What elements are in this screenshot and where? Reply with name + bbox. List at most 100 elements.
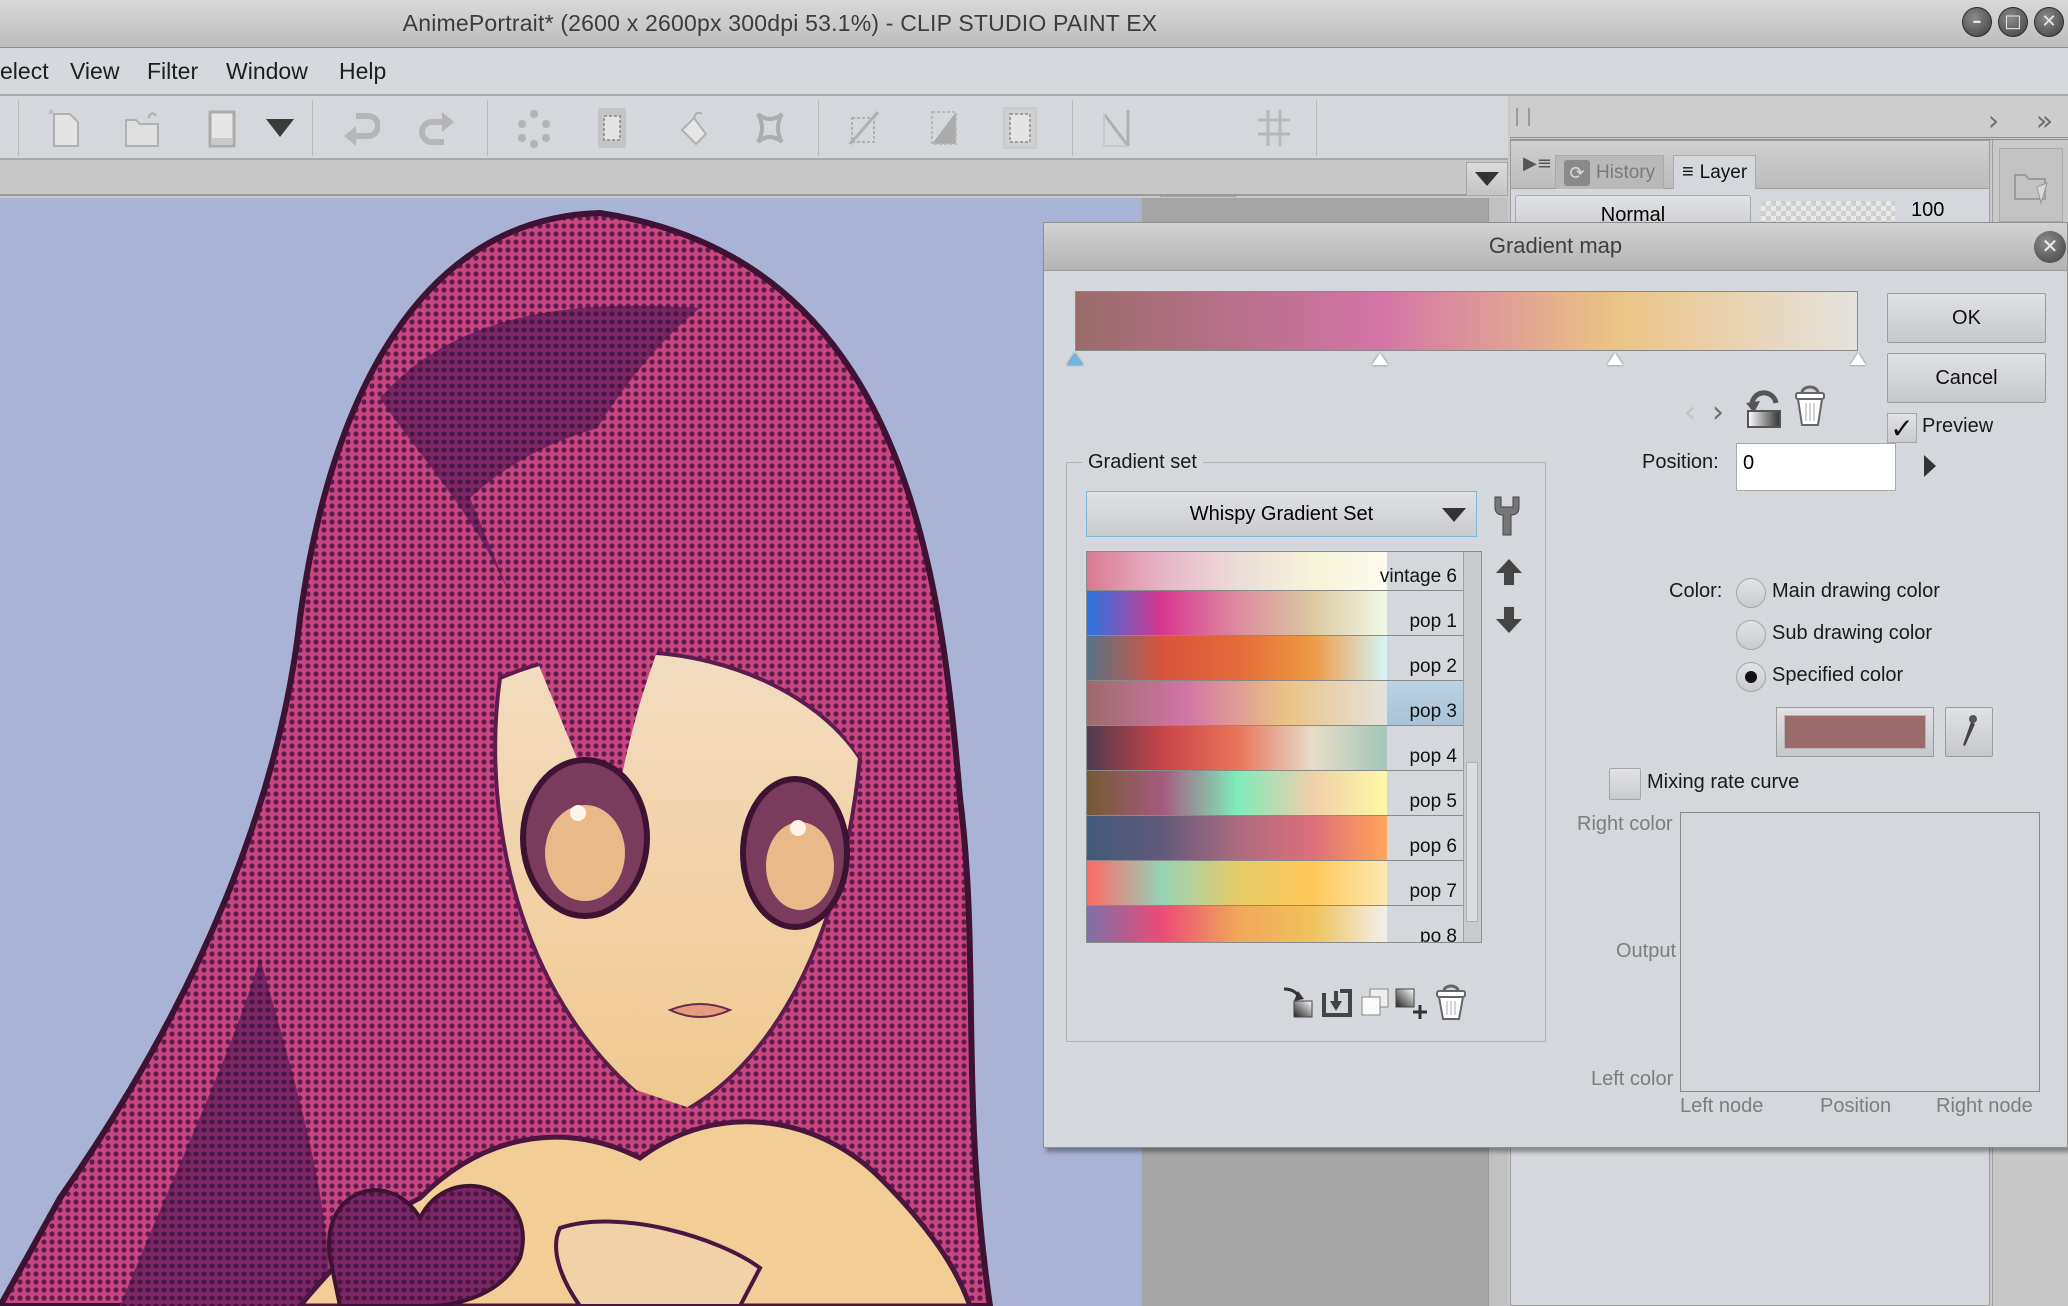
next-stop-icon[interactable]: › bbox=[1712, 395, 1724, 430]
select-all-icon[interactable] bbox=[588, 104, 636, 152]
specified-color-label: Specified color bbox=[1772, 664, 1904, 686]
maximize-button[interactable]: □ bbox=[1998, 7, 2028, 37]
reverse-gradient-icon[interactable] bbox=[1744, 383, 1784, 433]
gradient-swatch bbox=[1087, 636, 1387, 680]
gradient-list-item[interactable]: pop 3 bbox=[1087, 681, 1463, 726]
curve-right-node-label: Right node bbox=[1936, 1095, 2033, 1117]
double-chevron-right-icon[interactable]: » bbox=[2036, 104, 2053, 137]
close-button[interactable]: ✕ bbox=[2034, 7, 2064, 37]
gradient-set-settings-icon[interactable] bbox=[1489, 493, 1523, 541]
preview-label: Preview bbox=[1922, 415, 1994, 437]
gradient-swatch bbox=[1087, 906, 1387, 942]
menu-filter[interactable]: Filter bbox=[147, 58, 198, 85]
dialog-close-button[interactable]: ✕ bbox=[2034, 231, 2066, 263]
specified-color-button[interactable] bbox=[1776, 707, 1934, 757]
toolbar-expand-button[interactable] bbox=[1466, 162, 1508, 196]
scrollbar-thumb[interactable] bbox=[1466, 762, 1478, 922]
curve-left-node-label: Left node bbox=[1680, 1095, 1764, 1117]
new-file-icon[interactable]: * bbox=[40, 104, 88, 152]
gradient-list-item[interactable]: pop 7 bbox=[1087, 861, 1463, 906]
gradient-stop-0[interactable] bbox=[1067, 353, 1083, 365]
snap-to-grid-icon[interactable] bbox=[1250, 104, 1298, 152]
previous-stop-icon[interactable]: ‹ bbox=[1684, 395, 1696, 430]
chevron-right-icon[interactable]: › bbox=[1988, 104, 1999, 137]
delete-stop-icon[interactable] bbox=[1792, 383, 1828, 433]
specified-color-swatch bbox=[1784, 715, 1926, 749]
color-label: Color: bbox=[1669, 580, 1723, 602]
open-file-icon[interactable] bbox=[118, 104, 166, 152]
material-folder-button[interactable] bbox=[1999, 148, 2063, 222]
tab-history[interactable]: ⟳ History bbox=[1555, 155, 1665, 189]
gradient-preview-bar[interactable] bbox=[1075, 291, 1858, 351]
menu-select[interactable]: elect bbox=[0, 58, 49, 85]
save-icon[interactable] bbox=[198, 104, 246, 152]
move-down-icon[interactable] bbox=[1494, 605, 1524, 639]
position-arrow-icon[interactable] bbox=[1924, 455, 1936, 481]
gradient-list-item[interactable]: pop 2 bbox=[1087, 636, 1463, 681]
menu-window[interactable]: Window bbox=[226, 58, 308, 85]
position-input[interactable]: 0 bbox=[1736, 443, 1896, 491]
mixing-rate-curve-graph[interactable] bbox=[1680, 812, 2040, 1092]
menu-view[interactable]: View bbox=[70, 58, 119, 85]
sub-drawing-color-label: Sub drawing color bbox=[1772, 622, 1933, 644]
radio-specified-color[interactable] bbox=[1736, 662, 1766, 692]
minimize-button[interactable]: – bbox=[1962, 7, 1992, 37]
gradient-swatch bbox=[1087, 861, 1387, 905]
mixing-rate-curve-label: Mixing rate curve bbox=[1647, 771, 1800, 793]
gradient-stop-2[interactable] bbox=[1607, 353, 1624, 365]
add-gradient-icon[interactable] bbox=[1394, 987, 1428, 1023]
gradient-name: pop 3 bbox=[1409, 701, 1457, 722]
artwork-portrait bbox=[0, 209, 994, 1306]
position-label: Position: bbox=[1642, 451, 1719, 473]
snap-to-ruler-icon[interactable] bbox=[1094, 104, 1142, 152]
replace-gradient-icon[interactable] bbox=[1282, 987, 1316, 1023]
move-up-icon[interactable] bbox=[1494, 557, 1524, 591]
mixing-rate-curve-checkbox[interactable] bbox=[1609, 768, 1641, 800]
curve-output-label: Output bbox=[1616, 940, 1677, 962]
dialog-title-bar[interactable]: Gradient map ✕ bbox=[1044, 223, 2067, 271]
menu-help[interactable]: Help bbox=[339, 58, 386, 85]
eyedropper-button[interactable] bbox=[1945, 707, 1993, 757]
gradient-list-item[interactable]: pop 1 bbox=[1087, 591, 1463, 636]
gradient-list-scrollbar[interactable] bbox=[1463, 552, 1481, 942]
gradient-list-item[interactable]: pop 5 bbox=[1087, 771, 1463, 816]
gradient-stop-3[interactable] bbox=[1850, 353, 1866, 365]
grip-icon[interactable] bbox=[1516, 108, 1530, 126]
gradient-swatch bbox=[1087, 591, 1387, 635]
position-value: 0 bbox=[1743, 452, 1755, 474]
clear-selection-icon[interactable] bbox=[510, 104, 558, 152]
transform-icon[interactable] bbox=[746, 104, 794, 152]
gradient-name: pop 4 bbox=[1409, 746, 1457, 767]
import-gradient-icon[interactable] bbox=[1320, 987, 1354, 1023]
duplicate-gradient-icon[interactable] bbox=[1358, 987, 1392, 1023]
eyedropper-icon bbox=[1963, 715, 1977, 746]
chevron-down-icon bbox=[1475, 172, 1499, 186]
ruler-snap-icon[interactable] bbox=[840, 104, 888, 152]
grid-snap-icon[interactable] bbox=[996, 104, 1044, 152]
ok-button[interactable]: OK bbox=[1887, 293, 2046, 343]
save-dropdown-icon[interactable] bbox=[256, 104, 304, 152]
preview-checkbox[interactable]: ✓ bbox=[1887, 413, 1917, 444]
fill-selection-icon[interactable] bbox=[668, 104, 716, 152]
gradient-list-item[interactable]: pop 6 bbox=[1087, 816, 1463, 861]
gradient-stop-1[interactable] bbox=[1372, 353, 1389, 365]
radio-main-drawing-color[interactable] bbox=[1736, 578, 1766, 608]
gradient-swatch bbox=[1087, 771, 1387, 815]
redo-icon[interactable] bbox=[414, 104, 462, 152]
radio-sub-drawing-color[interactable] bbox=[1736, 620, 1766, 650]
gradient-list-item[interactable]: po 8 bbox=[1087, 906, 1463, 942]
undo-icon[interactable] bbox=[336, 104, 384, 152]
gradient-list[interactable]: vintage 6 pop 1 pop 2 pop 3 pop 4 pop 5 pop 6 p… bbox=[1086, 551, 1482, 943]
tab-layer[interactable]: ≡ Layer bbox=[1673, 155, 1757, 189]
gradient-name: pop 6 bbox=[1409, 836, 1457, 857]
canvas[interactable] bbox=[0, 198, 1142, 1306]
gradient-list-item[interactable]: vintage 6 bbox=[1087, 552, 1463, 591]
special-ruler-snap-icon[interactable] bbox=[920, 104, 968, 152]
gradient-list-item[interactable]: pop 4 bbox=[1087, 726, 1463, 771]
gradient-swatch bbox=[1087, 726, 1387, 770]
gradient-set-select[interactable]: Whispy Gradient Set bbox=[1086, 491, 1477, 537]
cancel-button[interactable]: Cancel bbox=[1887, 353, 2046, 403]
panel-menu-icon[interactable]: ▶≡ bbox=[1523, 153, 1552, 174]
delete-gradient-icon[interactable] bbox=[1434, 983, 1468, 1025]
opacity-value[interactable]: 100 bbox=[1911, 199, 1944, 222]
